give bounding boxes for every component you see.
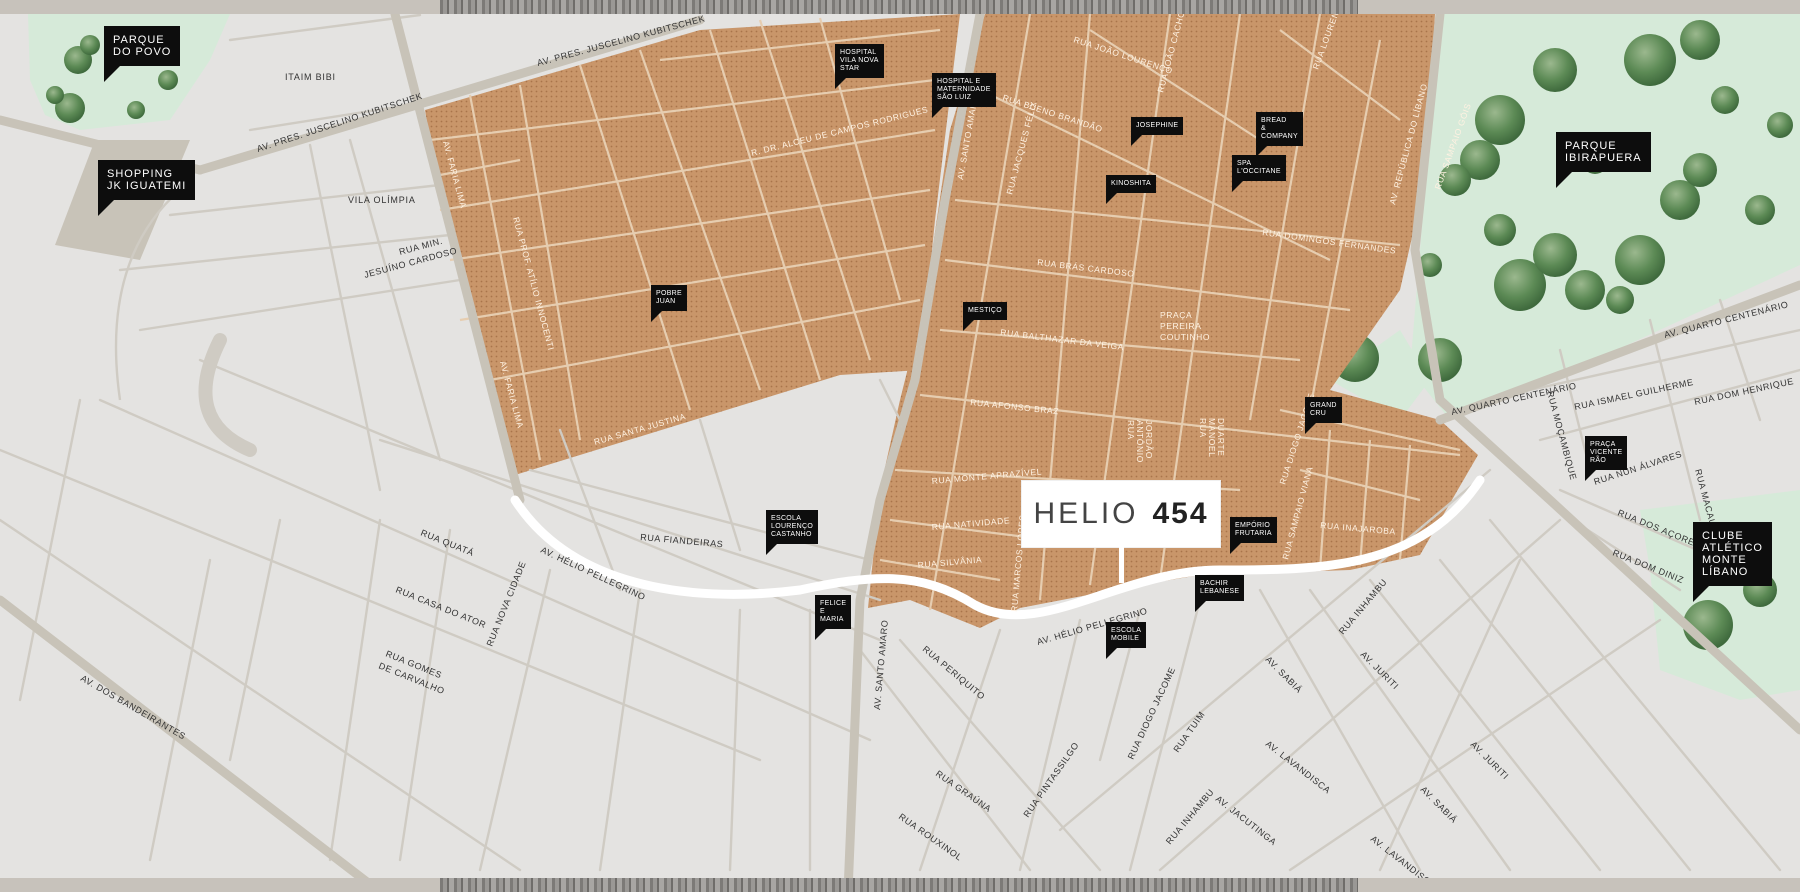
street-rouxinol: RUA ROUXINOL xyxy=(897,811,964,862)
label-praca-pereira-2: PEREIRA xyxy=(1160,321,1202,331)
label-praca-pereira-1: PRAÇA xyxy=(1160,310,1192,320)
marker-shopping-jk-iguatemi[interactable]: SHOPPING JK IGUATEMI xyxy=(98,160,196,216)
marker-grand-cru[interactable]: GRAND CRU xyxy=(1305,397,1342,434)
street-inhambu-2: RUA INHAMBU xyxy=(1337,577,1389,636)
marker-escola-lourenco-castanho[interactable]: ESCOLA LOURENÇO CASTANHO xyxy=(766,510,819,555)
project-number: 454 xyxy=(1152,497,1209,530)
marker-felice-e-maria[interactable]: FELICE E MARIA xyxy=(815,595,852,640)
marker-kinoshita[interactable]: KINOSHITA xyxy=(1106,175,1156,204)
marker-josephine[interactable]: JOSEPHINE xyxy=(1131,117,1184,146)
street-lavandisca-1: AV. LAVANDISCA xyxy=(1264,739,1333,796)
marker-parque-ibirapuera[interactable]: PARQUE IBIRAPUERA xyxy=(1556,132,1651,188)
street-juriti-1: AV. JURITI xyxy=(1359,649,1401,691)
marker-parque-do-povo[interactable]: PARQUE DO POVO xyxy=(104,26,181,82)
street-map: ITAIM BIBI VILA OLÍMPIA PRAÇA PEREIRA CO… xyxy=(0,0,1800,892)
street-jacutinga: AV. JACUTINGA xyxy=(1214,794,1279,848)
street-manoel-2: MANOEL xyxy=(1207,418,1217,458)
label-praca-pereira-3: COUTINHO xyxy=(1160,332,1210,342)
marker-mestico[interactable]: MESTIÇO xyxy=(963,302,1007,331)
street-helio-pellegrino-1: AV. HÉLIO PELLEGRINO xyxy=(539,545,647,602)
street-pintassilgo: RUA PINTASSILGO xyxy=(1021,740,1080,819)
street-periquito: RUA PERIQUITO xyxy=(921,644,987,702)
street-juriti-2: AV. JURITI xyxy=(1469,739,1511,781)
street-grauna: RUA GRAÚNA xyxy=(934,768,993,814)
street-inhambu-1: RUA INHAMBU xyxy=(1164,787,1216,846)
marker-escola-mobile[interactable]: ESCOLA MOBILE xyxy=(1106,622,1147,659)
bottom-stone-strip xyxy=(440,878,1358,892)
project-marker-helio-454[interactable]: HELIO 454 xyxy=(1022,481,1220,547)
marker-hospital-vila-nova-star[interactable]: HOSPITAL VILA NOVA STAR xyxy=(835,44,884,89)
street-ismael-guilherme: RUA ISMAEL GUILHERME xyxy=(1573,377,1694,412)
project-marker-stem xyxy=(1119,547,1124,583)
street-sabia-1: AV. SABIÁ xyxy=(1264,654,1305,695)
street-antonio-3: JORDÃO xyxy=(1144,420,1154,459)
label-itaim-bibi: ITAIM BIBI xyxy=(285,72,336,82)
marker-praca-vicente-rao[interactable]: PRAÇA VICENTE RÃO xyxy=(1585,436,1628,481)
marker-emporio-frutaria[interactable]: EMPÓRIO FRUTARIA xyxy=(1230,517,1277,554)
neighborhood-map: ITAIM BIBI VILA OLÍMPIA PRAÇA PEREIRA CO… xyxy=(0,0,1800,892)
marker-clube-monte-libano[interactable]: CLUBE ATLÉTICO MONTE LÍBANO xyxy=(1693,522,1772,602)
project-name: HELIO xyxy=(1033,497,1139,530)
street-manoel-3: DUARTE xyxy=(1216,418,1226,456)
street-bandeirantes: AV. DOS BANDEIRANTES xyxy=(79,673,188,741)
label-vila-olimpia: VILA OLÍMPIA xyxy=(348,195,416,205)
marker-bread-company[interactable]: BREAD & COMPANY xyxy=(1256,112,1303,157)
marker-bachir-lebanese[interactable]: BACHIR LEBANESE xyxy=(1195,575,1245,612)
street-manoel-1: RUA xyxy=(1198,418,1208,438)
district-itaim xyxy=(425,14,960,475)
street-dom-henrique: RUA DOM HENRIQUE xyxy=(1693,376,1794,407)
street-santo-amaro-1: AV. SANTO AMARO xyxy=(872,619,890,710)
street-pres-jk-2: AV. PRES. JUSCELINO KUBITSCHEK xyxy=(256,91,424,154)
marker-hospital-sao-luiz[interactable]: HOSPITAL E MATERNIDADE SÃO LUIZ xyxy=(932,73,996,118)
marker-spa-loccitane[interactable]: SPA L'OCCITANE xyxy=(1232,155,1286,192)
marker-pobre-juan[interactable]: POBRE JUAN xyxy=(651,285,688,322)
street-antonio-1: RUA xyxy=(1126,420,1136,440)
street-antonio-2: ANTÔNIO xyxy=(1135,420,1145,463)
top-stone-strip xyxy=(440,0,1358,14)
